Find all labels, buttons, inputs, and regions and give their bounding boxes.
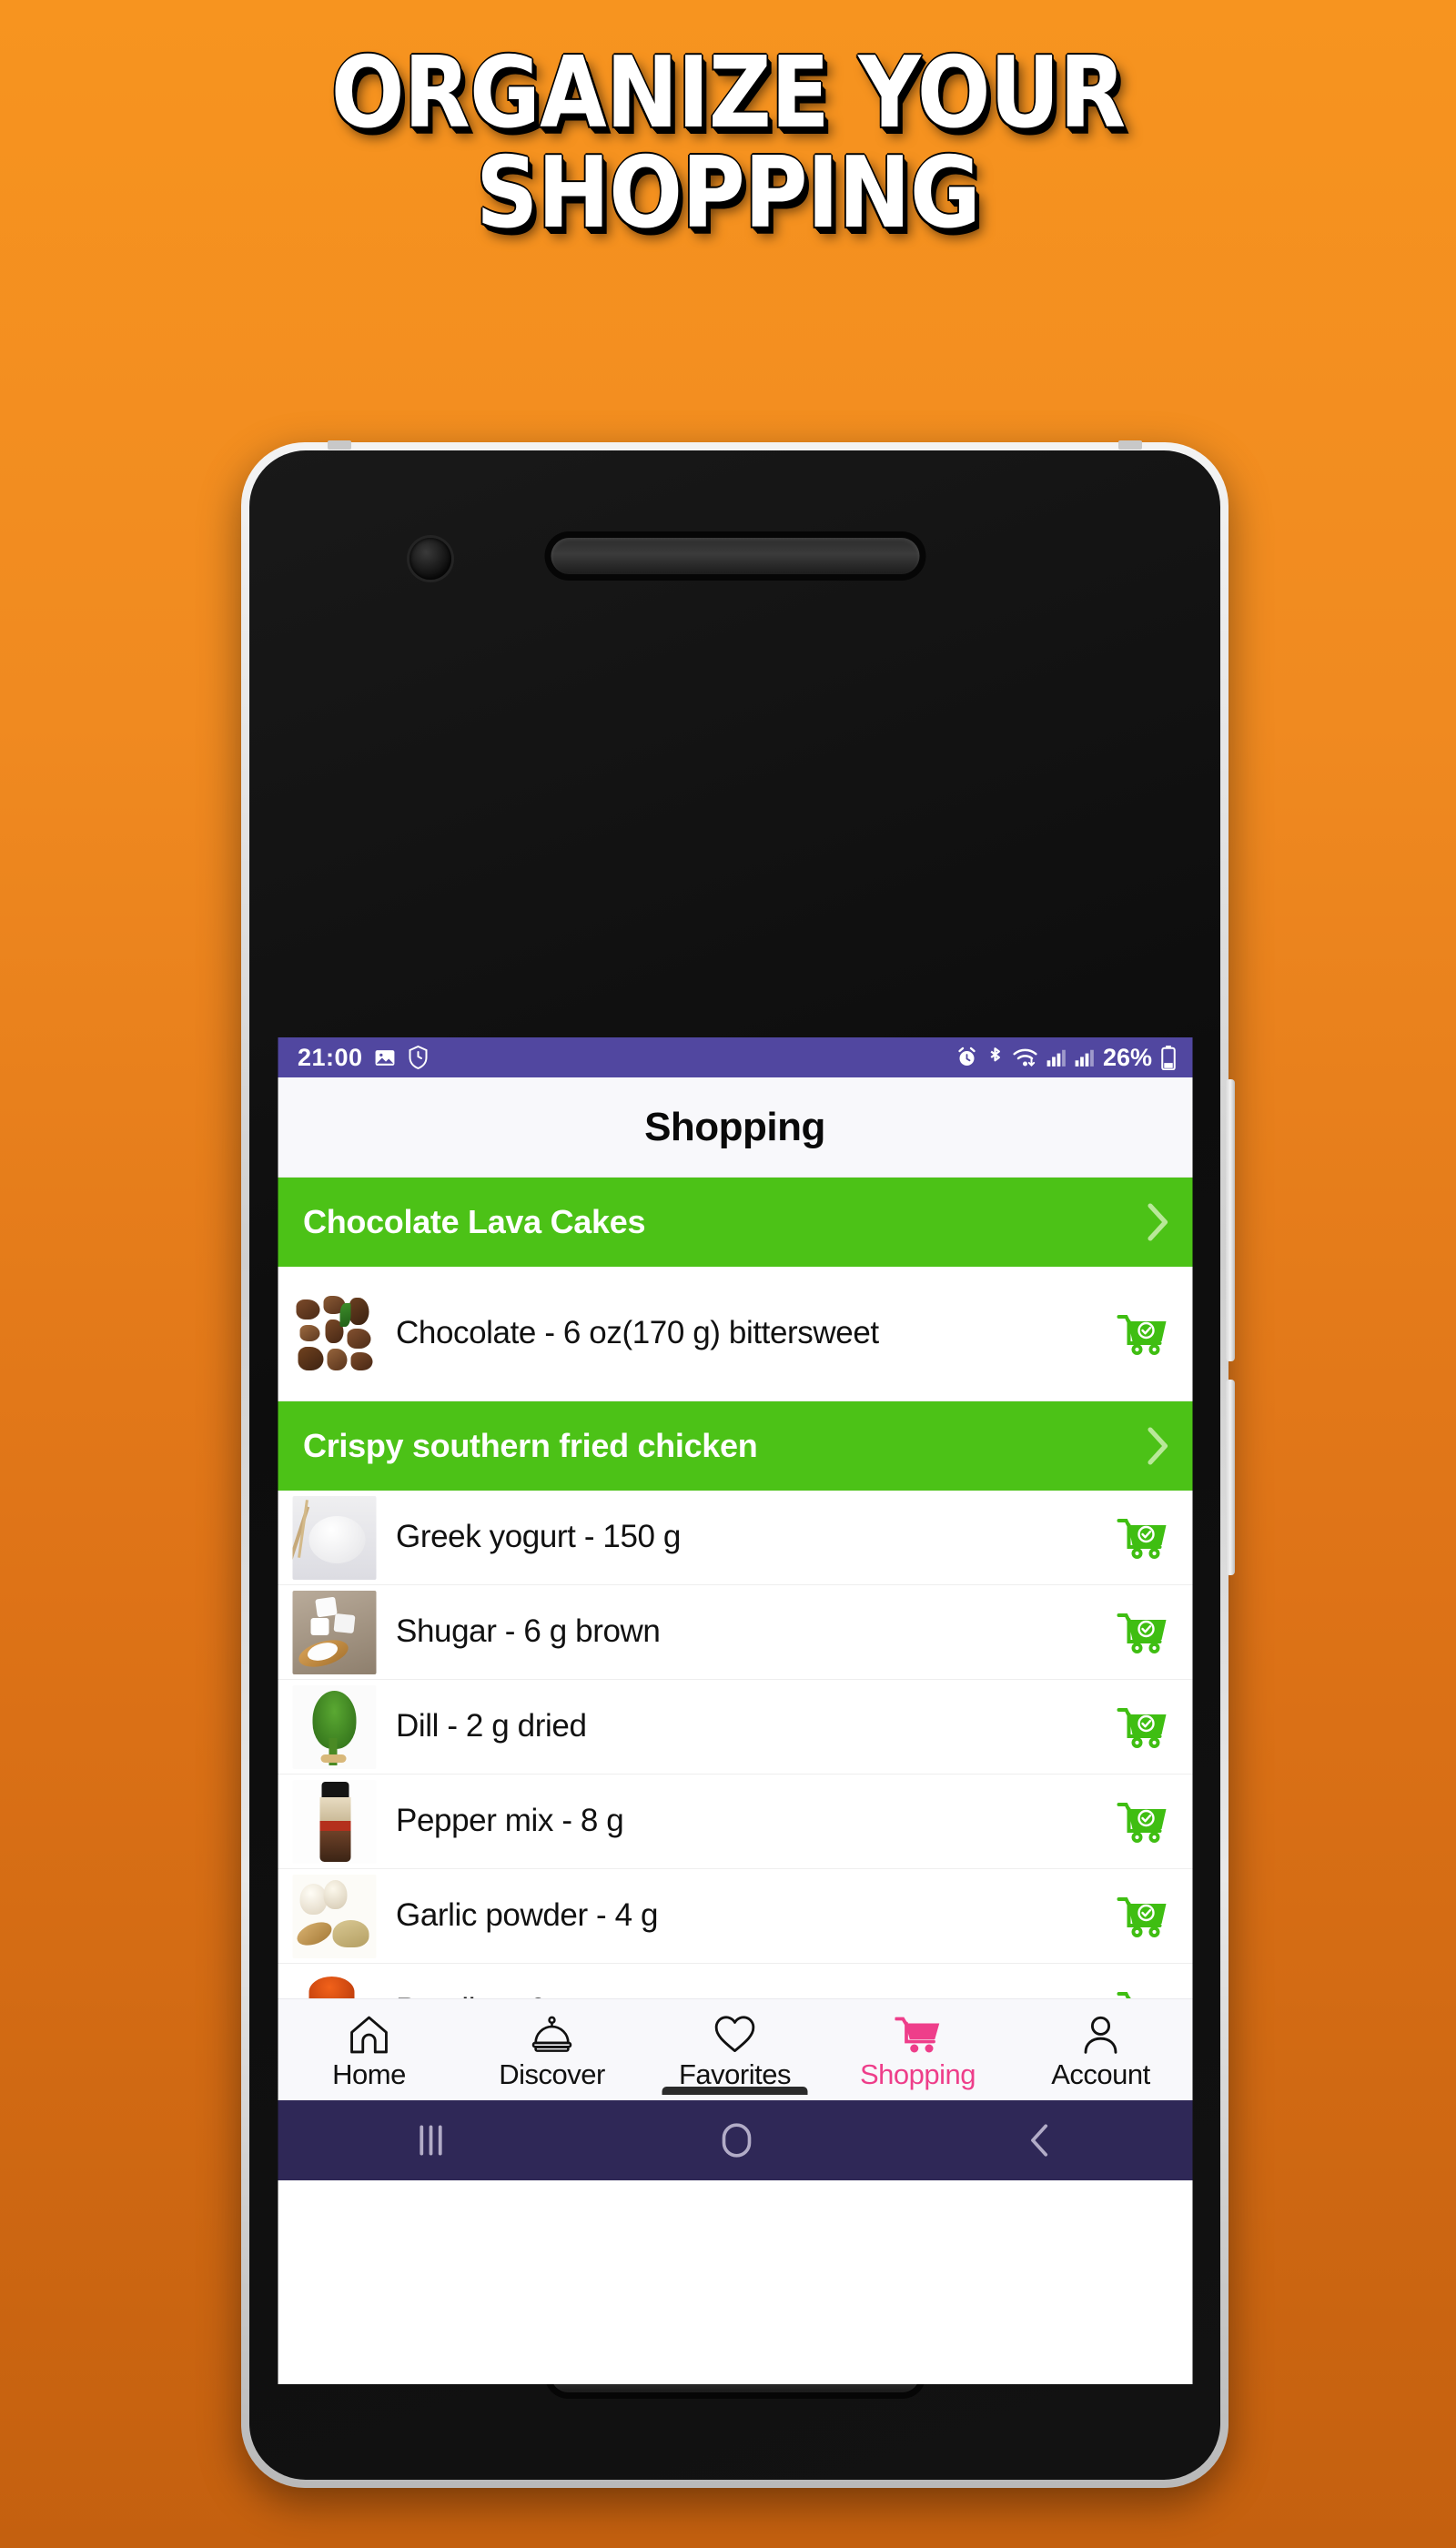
android-navigation-bar	[278, 2100, 1192, 2180]
cart-checked-icon[interactable]	[1116, 1611, 1168, 1654]
shopping-list[interactable]: Chocolate Lava Cakes Chocolate - 6 oz(17…	[278, 1178, 1192, 2100]
list-item[interactable]: Greek yogurt - 150 g	[278, 1491, 1192, 1585]
nav-item-discover[interactable]: Discover	[460, 2009, 643, 2091]
nav-label: Account	[1051, 2058, 1150, 2090]
chevron-right-icon[interactable]	[1145, 1203, 1168, 1241]
shield-icon	[408, 1046, 430, 1069]
nav-item-home[interactable]: Home	[278, 2009, 460, 2091]
wifi-icon	[1013, 1046, 1038, 1068]
signal-icon-1	[1046, 1047, 1067, 1067]
chocolate-thumb	[292, 1291, 376, 1376]
signal-icon-2	[1075, 1047, 1095, 1067]
cart-checked-icon[interactable]	[1116, 1895, 1168, 1938]
dill-thumb	[292, 1684, 376, 1769]
image-icon	[374, 1046, 397, 1069]
recipe-group-title: Chocolate Lava Cakes	[303, 1203, 646, 1240]
phone-mockup: 21:00 26% Shopping Chocolate Lava Cakes …	[241, 440, 1235, 2488]
earpiece-speaker	[551, 538, 919, 574]
recipe-group-header[interactable]: Chocolate Lava Cakes	[278, 1178, 1192, 1267]
bottom-navigation: Home Discover Favorites Shopping Account	[278, 1998, 1192, 2100]
phone-top-bezel	[249, 450, 1220, 669]
battery-percent: 26%	[1102, 1043, 1152, 1071]
cloche-icon	[531, 2015, 573, 2055]
alarm-icon	[956, 1046, 978, 1068]
list-item[interactable]: Garlic powder - 4 g	[278, 1869, 1192, 1964]
frame-nub-right	[1118, 440, 1142, 450]
headline-line-1: ORGANIZE YOUR	[330, 36, 1126, 150]
cart-checked-icon[interactable]	[1116, 1516, 1168, 1560]
bluetooth-icon	[986, 1046, 1005, 1069]
list-item-label: Chocolate - 6 oz(170 g) bittersweet	[396, 1315, 879, 1351]
list-item[interactable]: Chocolate - 6 oz(170 g) bittersweet	[278, 1267, 1192, 1401]
recipe-group-header[interactable]: Crispy southern fried chicken	[278, 1401, 1192, 1491]
pepper-thumb	[292, 1779, 376, 1864]
home-icon	[349, 2015, 390, 2055]
list-item-label: Pepper mix - 8 g	[396, 1803, 624, 1839]
list-item[interactable]: Pepper mix - 8 g	[278, 1774, 1192, 1869]
status-bar: 21:00 26%	[278, 1037, 1192, 1077]
home-icon[interactable]	[716, 2121, 756, 2159]
list-item[interactable]: Dill - 2 g dried	[278, 1680, 1192, 1774]
app-bar: Shopping	[278, 1077, 1192, 1178]
nav-label: Discover	[499, 2058, 605, 2090]
back-icon[interactable]	[1023, 2122, 1059, 2159]
cart-checked-icon[interactable]	[1116, 1312, 1168, 1356]
cart-checked-icon[interactable]	[1116, 1705, 1168, 1749]
page-title: Shopping	[644, 1104, 825, 1149]
nav-label: Shopping	[859, 2058, 976, 2090]
battery-icon	[1160, 1045, 1176, 1070]
garlic-thumb	[292, 1874, 376, 1958]
yogurt-thumb	[292, 1495, 376, 1580]
chevron-right-icon[interactable]	[1145, 1427, 1168, 1465]
nav-label: Home	[332, 2058, 406, 2090]
front-camera-icon	[410, 538, 451, 580]
cart-checked-icon[interactable]	[1116, 1800, 1168, 1844]
headline-line-2: SHOPPING	[476, 136, 981, 251]
cart-icon	[895, 2015, 941, 2055]
volume-button[interactable]	[1226, 1079, 1235, 1361]
nav-item-favorites[interactable]: Favorites	[643, 2009, 826, 2095]
list-item-label: Greek yogurt - 150 g	[396, 1519, 681, 1555]
list-item-label: Shugar - 6 g brown	[396, 1613, 661, 1650]
status-time: 21:00	[298, 1043, 363, 1071]
recents-icon[interactable]	[410, 2123, 450, 2158]
promo-headline: ORGANIZE YOUR SHOPPING	[0, 36, 1456, 251]
sugar-thumb	[292, 1590, 376, 1674]
nav-gesture-indicator	[662, 2086, 808, 2095]
recipe-group-title: Crispy southern fried chicken	[303, 1427, 758, 1464]
phone-screen: 21:00 26% Shopping Chocolate Lava Cakes …	[278, 1037, 1192, 2384]
list-item[interactable]: Shugar - 6 g brown	[278, 1585, 1192, 1680]
power-button[interactable]	[1226, 1380, 1235, 1575]
list-item-label: Garlic powder - 4 g	[396, 1897, 659, 1934]
phone-body: 21:00 26% Shopping Chocolate Lava Cakes …	[249, 450, 1220, 2480]
heart-icon	[714, 2015, 756, 2055]
person-icon	[1080, 2015, 1122, 2055]
frame-nub-left	[328, 440, 351, 450]
list-item-label: Dill - 2 g dried	[396, 1708, 587, 1744]
nav-item-account[interactable]: Account	[1009, 2009, 1192, 2091]
nav-item-shopping[interactable]: Shopping	[826, 2009, 1009, 2091]
